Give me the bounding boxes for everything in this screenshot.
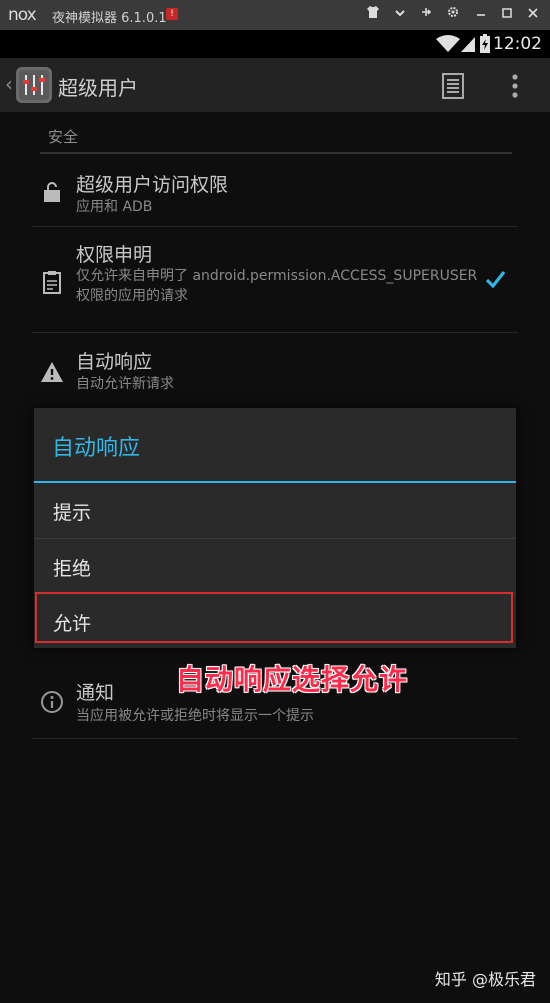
update-badge[interactable]: ! bbox=[166, 8, 178, 20]
back-chevron-icon[interactable]: ‹ bbox=[5, 72, 13, 96]
close-icon[interactable] bbox=[522, 4, 544, 26]
pin-icon[interactable] bbox=[415, 4, 437, 26]
pref-summary: 当应用被允许或拒绝时将显示一个提示 bbox=[76, 708, 314, 724]
auto-response-dialog: 自动响应 提示 拒绝 允许 bbox=[34, 408, 516, 648]
action-bar: ‹ 超级用户 bbox=[0, 58, 550, 112]
divider bbox=[32, 738, 518, 739]
pref-title: 通知 bbox=[76, 682, 115, 704]
watermark: 知乎 @极乐君 bbox=[434, 970, 536, 989]
gear-icon[interactable] bbox=[442, 4, 464, 26]
highlight-box bbox=[35, 592, 513, 643]
lock-icon bbox=[40, 180, 64, 204]
page-title: 超级用户 bbox=[58, 76, 138, 100]
battery-charging-icon bbox=[479, 34, 491, 58]
annotation-text: 自动响应选择允许 bbox=[176, 663, 409, 696]
divider bbox=[32, 226, 518, 227]
option-label: 提示 bbox=[53, 502, 92, 524]
section-rule bbox=[40, 152, 512, 154]
clipboard-icon bbox=[40, 270, 64, 294]
wifi-icon bbox=[436, 35, 460, 57]
nox-logo: nox bbox=[8, 5, 37, 25]
emulator-title-bar: nox 夜神模拟器 6.1.0.1 ! bbox=[0, 0, 550, 30]
dialog-title: 自动响应 bbox=[52, 436, 141, 461]
clock: 12:02 bbox=[493, 34, 542, 54]
minimize-icon[interactable] bbox=[470, 4, 492, 26]
option-prompt[interactable]: 提示 bbox=[34, 483, 516, 538]
overflow-menu-icon[interactable] bbox=[510, 73, 520, 103]
shirt-icon[interactable] bbox=[362, 4, 384, 26]
warning-icon bbox=[40, 360, 64, 384]
option-deny[interactable]: 拒绝 bbox=[34, 539, 516, 594]
superuser-app-icon[interactable] bbox=[16, 67, 52, 103]
chevron-down-icon[interactable] bbox=[389, 4, 411, 26]
status-bar: 12:02 bbox=[0, 30, 550, 58]
pref-summary: 仅允许来自申明了 android.permission.ACCESS_SUPER… bbox=[76, 268, 478, 304]
option-label: 拒绝 bbox=[53, 558, 92, 580]
info-icon bbox=[40, 690, 64, 714]
checkbox-checked[interactable] bbox=[484, 268, 506, 294]
divider bbox=[32, 332, 518, 333]
pref-title: 权限申明 bbox=[76, 244, 153, 266]
pref-title: 超级用户访问权限 bbox=[76, 174, 229, 196]
log-list-icon[interactable] bbox=[442, 73, 464, 103]
emulator-title: 夜神模拟器 6.1.0.1 bbox=[52, 11, 167, 26]
signal-icon bbox=[460, 35, 476, 57]
pref-title: 自动响应 bbox=[76, 351, 153, 373]
pref-summary: 应用和 ADB bbox=[76, 199, 153, 215]
section-header-security: 安全 bbox=[48, 128, 79, 146]
pref-summary: 自动允许新请求 bbox=[76, 376, 174, 392]
maximize-icon[interactable] bbox=[496, 4, 518, 26]
